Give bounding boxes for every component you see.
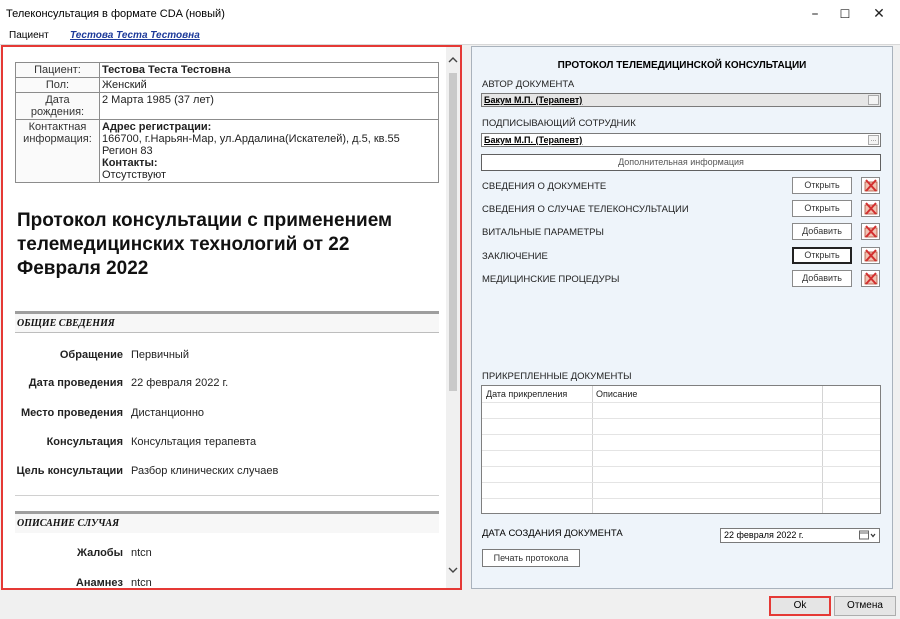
delete-document-info-button[interactable] (861, 177, 880, 194)
title-bar: Телеконсультация в формате CDA (новый) –… (0, 0, 900, 27)
signer-field[interactable]: Бакум М.П. (Терапевт) ... (481, 133, 881, 147)
creation-date-label: ДАТА СОЗДАНИЯ ДОКУМЕНТА (482, 528, 623, 539)
grid-header-date[interactable]: Дата прикрепления (486, 389, 567, 399)
print-protocol-button[interactable]: Печать протокола (482, 549, 580, 567)
address-value: 166700, г.Нарьян-Мар, ул.Ардалина(Искате… (102, 133, 400, 145)
region-value: Регион 83 (102, 145, 153, 157)
patient-bar: Пациент Тестова Теста Тестовна (0, 27, 900, 45)
add-vitals-button[interactable]: Добавить (792, 223, 852, 240)
creation-date-picker[interactable]: 22 февраля 2022 г. (720, 528, 880, 543)
place-value: Дистанционно (131, 407, 205, 419)
complaints-value: ntcn (131, 547, 152, 559)
grid-row-line (482, 418, 880, 419)
patient-info-table: Пациент: Тестова Теста Тестовна Пол: Жен… (15, 62, 439, 183)
date-value: 22 февраля 2022 г. (131, 377, 229, 389)
author-value: Бакум М.П. (Терапевт) (484, 95, 583, 105)
ok-button[interactable]: Ok (769, 596, 831, 616)
sex-label: Пол: (15, 77, 100, 93)
delete-icon (864, 225, 877, 238)
case-section-header: ОПИСАНИЕ СЛУЧАЯ (15, 511, 439, 533)
delete-icon (864, 249, 877, 262)
consultation-label: Консультация (46, 436, 123, 448)
delete-conclusion-button[interactable] (861, 247, 880, 264)
attached-docs-grid[interactable]: Дата прикрепления Описание (481, 385, 881, 514)
patient-bar-label: Пациент (9, 30, 49, 41)
appeal-label: Обращение (59, 349, 123, 361)
cancel-button[interactable]: Отмена (834, 596, 896, 616)
delete-procedures-button[interactable] (861, 270, 880, 287)
contact-label: Контактная информация: (15, 119, 100, 183)
signer-browse-button[interactable]: ... (868, 135, 879, 145)
grid-row-line (482, 434, 880, 435)
author-field: Бакум М.П. (Терапевт) (481, 93, 881, 107)
date-label: Дата проведения (28, 377, 123, 389)
section-label-conclusion: ЗАКЛЮЧЕНИЕ (482, 251, 548, 262)
protocol-title: ПРОТОКОЛ ТЕЛЕМЕДИЦИНСКОЙ КОНСУЛЬТАЦИИ (557, 60, 807, 71)
creation-date-value: 22 февраля 2022 г. (724, 530, 804, 540)
goal-label: Цель консультации (16, 465, 123, 477)
minimize-button[interactable]: – (798, 0, 832, 27)
general-section-header: ОБЩИЕ СВЕДЕНИЯ (15, 311, 439, 333)
maximize-button[interactable]: ☐ (828, 0, 862, 27)
close-button[interactable]: ✕ (862, 0, 896, 27)
document-scrollbar[interactable] (446, 47, 460, 588)
place-label: Место проведения (20, 407, 123, 419)
contacts-header: Контакты: (102, 157, 158, 169)
scroll-down-icon[interactable] (446, 565, 460, 579)
scroll-up-icon[interactable] (446, 55, 460, 69)
extra-info-button[interactable]: Дополнительная информация (481, 154, 881, 171)
delete-icon (864, 272, 877, 285)
section-divider (15, 495, 439, 496)
goal-value: Разбор клинических случаев (131, 465, 279, 477)
delete-icon (864, 179, 877, 192)
complaints-label: Жалобы (77, 547, 123, 559)
grid-row-line (482, 450, 880, 451)
section-label-vitals: ВИТАЛЬНЫЕ ПАРАМЕТРЫ (482, 227, 604, 238)
open-case-info-button[interactable]: Открыть (792, 200, 852, 217)
birth-label: Дата рождения: (15, 92, 100, 120)
grid-row-line (482, 402, 880, 403)
birth-value: 2 Марта 1985 (37 лет) (99, 92, 439, 120)
document-content: Пациент: Тестова Теста Тестовна Пол: Жен… (3, 47, 446, 588)
open-document-info-button[interactable]: Открыть (792, 177, 852, 194)
document-viewer[interactable]: Пациент: Тестова Теста Тестовна Пол: Жен… (1, 45, 462, 590)
section-label-case: СВЕДЕНИЯ О СЛУЧАЕ ТЕЛЕКОНСУЛЬТАЦИИ (482, 204, 689, 215)
open-conclusion-button[interactable]: Открыть (792, 247, 852, 264)
delete-case-info-button[interactable] (861, 200, 880, 217)
patient-link[interactable]: Тестова Теста Тестовна (70, 30, 200, 41)
attached-docs-label: ПРИКРЕПЛЕННЫЕ ДОКУМЕНТЫ (482, 371, 632, 382)
consultation-value: Консультация терапевта (131, 436, 257, 448)
contact-cell: Адрес регистрации: 166700, г.Нарьян-Мар,… (99, 119, 439, 183)
section-label-document: СВЕДЕНИЯ О ДОКУМЕНТЕ (482, 181, 607, 192)
author-browse-button (868, 95, 879, 105)
author-label: АВТОР ДОКУМЕНТА (482, 79, 575, 90)
delete-icon (864, 202, 877, 215)
patient-label: Пациент: (15, 62, 100, 78)
grid-header-description[interactable]: Описание (596, 389, 637, 399)
document-title: Протокол консультации с применением теле… (17, 210, 393, 279)
address-header: Адрес регистрации: (102, 121, 212, 133)
calendar-dropdown-icon[interactable] (859, 530, 877, 544)
section-label-procedures: МЕДИЦИНСКИЕ ПРОЦЕДУРЫ (482, 274, 620, 285)
grid-row-line (482, 466, 880, 467)
anamnesis-label: Анамнез (75, 577, 123, 588)
add-procedures-button[interactable]: Добавить (792, 270, 852, 287)
scroll-thumb[interactable] (449, 73, 457, 391)
appeal-value: Первичный (131, 349, 189, 361)
contacts-value: Отсутствуют (102, 169, 167, 181)
patient-value: Тестова Теста Тестовна (99, 62, 439, 78)
delete-vitals-button[interactable] (861, 223, 880, 240)
grid-row-line (482, 482, 880, 483)
sex-value: Женский (99, 77, 439, 93)
grid-row-line (482, 498, 880, 499)
signer-value: Бакум М.П. (Терапевт) (484, 135, 583, 145)
window-title: Телеконсультация в формате CDA (новый) (6, 8, 225, 20)
signer-label: ПОДПИСЫВАЮЩИЙ СОТРУДНИК (482, 118, 636, 129)
anamnesis-value: ntcn (131, 577, 152, 588)
protocol-panel: ПРОТОКОЛ ТЕЛЕМЕДИЦИНСКОЙ КОНСУЛЬТАЦИИ АВ… (471, 46, 893, 589)
